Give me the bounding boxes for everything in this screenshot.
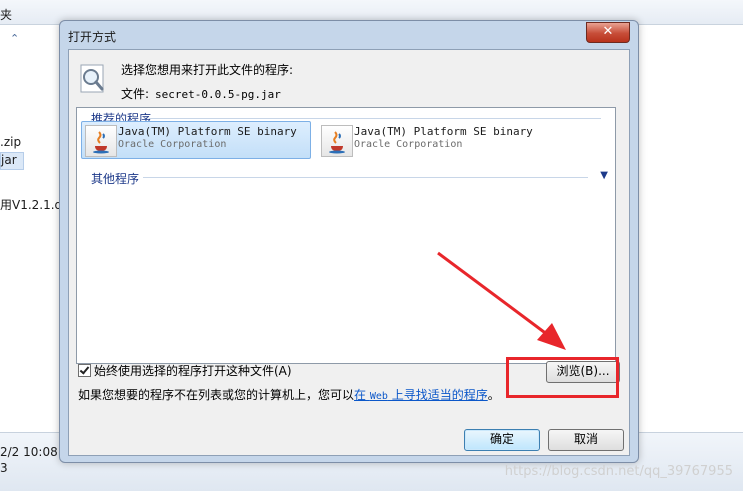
annotation-arrow	[437, 251, 566, 350]
watermark: https://blog.csdn.net/qq_39767955	[504, 464, 733, 479]
